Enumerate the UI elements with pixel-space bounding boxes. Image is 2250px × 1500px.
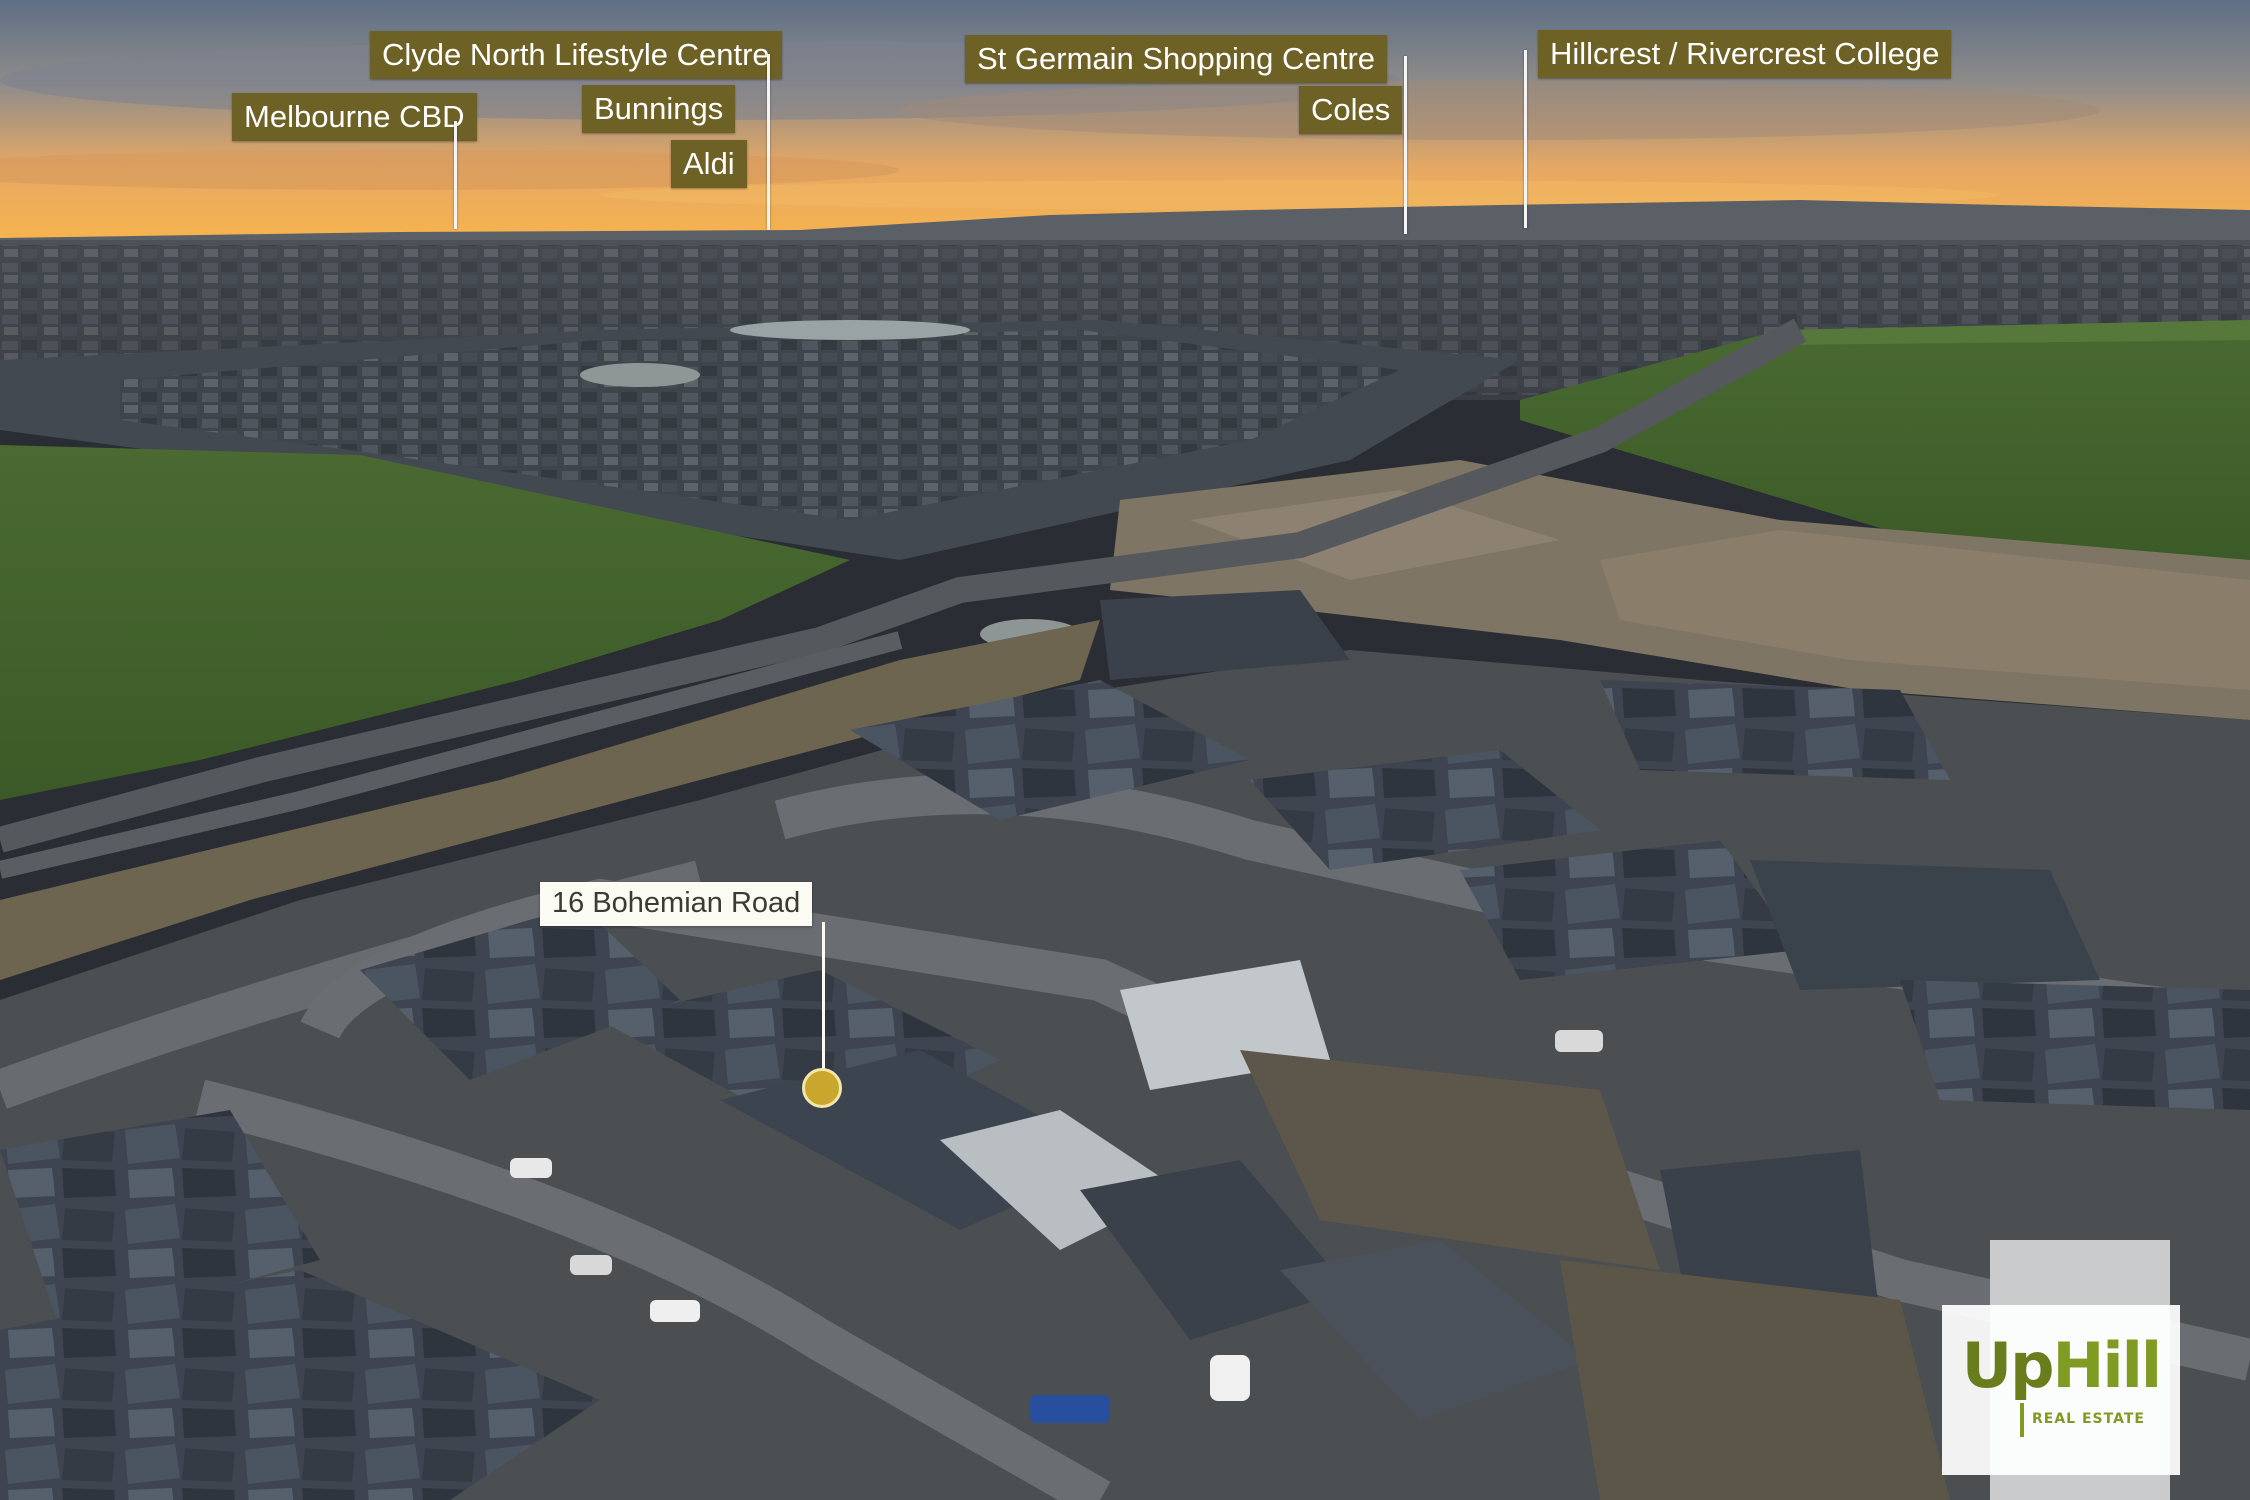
poi-label-bunnings: Bunnings	[582, 85, 736, 133]
logo-subtitle: REAL ESTATE	[2032, 1411, 2145, 1427]
poi-label-melbourne-cbd: Melbourne CBD	[232, 93, 477, 141]
poi-label-coles: Coles	[1299, 86, 1403, 134]
poi-label-aldi: Aldi	[671, 140, 747, 188]
logo-word-up: Up	[1961, 1329, 2055, 1402]
property-address-label: 16 Bohemian Road	[540, 882, 813, 926]
uphill-real-estate-logo: UpHill REAL ESTATE	[1942, 1305, 2180, 1475]
property-marker	[802, 1068, 842, 1108]
poi-label-st-germain-shopping-centre: St Germain Shopping Centre	[965, 35, 1388, 83]
poi-label-hillcrest-rivercrest-college: Hillcrest / Rivercrest College	[1538, 30, 1952, 78]
logo-wordmark: UpHill	[1942, 1335, 2180, 1397]
poi-pin-melbourne-cbd	[454, 121, 457, 229]
aerial-photo	[0, 0, 2250, 1500]
poi-label-clyde-north-lifestyle-centre: Clyde North Lifestyle Centre	[370, 31, 782, 79]
property-pin	[822, 922, 825, 1082]
poi-pin-clyde-north-lifestyle-centre	[767, 54, 770, 230]
logo-divider	[2020, 1403, 2024, 1437]
poi-pin-hillcrest-rivercrest-college	[1524, 50, 1527, 228]
poi-pin-coles	[1404, 56, 1407, 234]
logo-word-hill: Hill	[2052, 1329, 2163, 1402]
